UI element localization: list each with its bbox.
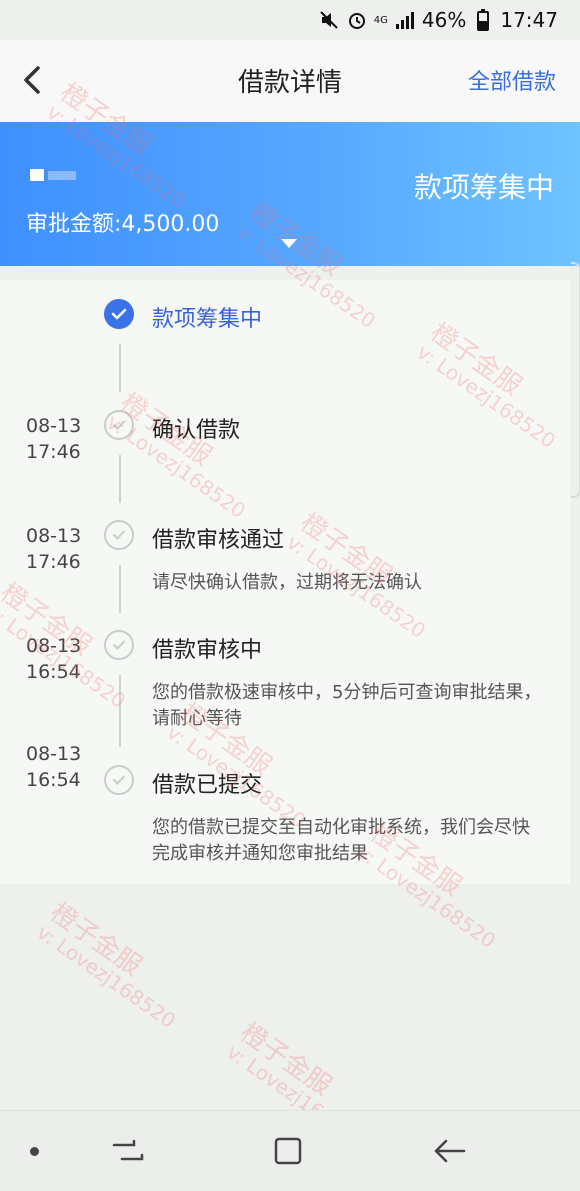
clock: 17:47 xyxy=(500,8,558,32)
timeline-step-desc: 您的借款已提交至自动化审批系统，我们会尽快完成审核并通知您审批结果 xyxy=(152,817,530,864)
timeline-connector xyxy=(119,565,121,613)
timeline-step-desc: 您的借款极速审核中，5分钟后可查询审批结果，请耐心等待 xyxy=(152,682,542,729)
back-icon xyxy=(434,1139,466,1163)
battery-icon xyxy=(472,9,494,31)
check-icon xyxy=(104,630,134,660)
timeline-step-title: 借款审核中 xyxy=(152,638,263,663)
loan-summary-banner: 审批金额:4,500.00 款项筹集中 xyxy=(0,122,580,266)
check-active-icon xyxy=(104,299,134,329)
loan-status: 款项筹集中 xyxy=(413,171,554,204)
timeline-step-date: 08-13 17:46 xyxy=(26,525,82,573)
dot-icon[interactable] xyxy=(30,1147,39,1156)
all-loans-link[interactable]: 全部借款 xyxy=(468,64,556,96)
timeline-connector xyxy=(119,455,121,503)
recent-apps-icon xyxy=(112,1139,144,1161)
signal-icon xyxy=(394,9,416,31)
timeline-step-title: 借款审核通过 xyxy=(152,528,285,553)
recent-apps-button[interactable] xyxy=(108,1133,148,1169)
mute-icon xyxy=(318,9,340,31)
timeline-step-title: 借款已提交 xyxy=(152,773,263,798)
approved-amount: 审批金额:4,500.00 xyxy=(26,212,220,237)
masked-name-blur xyxy=(48,171,76,180)
status-bar: 4G 46% 17:47 xyxy=(0,0,580,40)
masked-name-icon xyxy=(30,169,44,181)
timeline-step-desc: 请尽快确认借款，过期将无法确认 xyxy=(152,572,422,593)
timeline-connector xyxy=(119,675,121,747)
scroll-indicator xyxy=(571,262,580,498)
timeline-connector xyxy=(119,344,121,392)
expand-down-icon[interactable] xyxy=(281,239,297,248)
timeline-step-date: 08-13 17:46 xyxy=(26,415,82,463)
alarm-icon xyxy=(346,9,368,31)
network-type: 4G xyxy=(373,14,388,26)
check-icon xyxy=(104,765,134,795)
check-icon xyxy=(104,520,134,550)
home-icon xyxy=(274,1137,302,1165)
timeline-step-date: 08-13 16:54 xyxy=(26,635,82,683)
timeline-step-title: 确认借款 xyxy=(152,418,241,443)
timeline-step-title: 款项筹集中 xyxy=(152,307,263,332)
back-nav-button[interactable] xyxy=(430,1133,470,1169)
battery-percent: 46% xyxy=(421,8,467,32)
check-icon xyxy=(104,410,134,440)
home-button[interactable] xyxy=(268,1133,308,1169)
app-header: 借款详情 全部借款 xyxy=(0,40,580,122)
system-nav-bar xyxy=(0,1110,580,1191)
timeline-step-date: 08-13 16:54 xyxy=(26,743,82,791)
watermark: 橙子金服 v: Lovezj168520 xyxy=(32,897,181,1034)
